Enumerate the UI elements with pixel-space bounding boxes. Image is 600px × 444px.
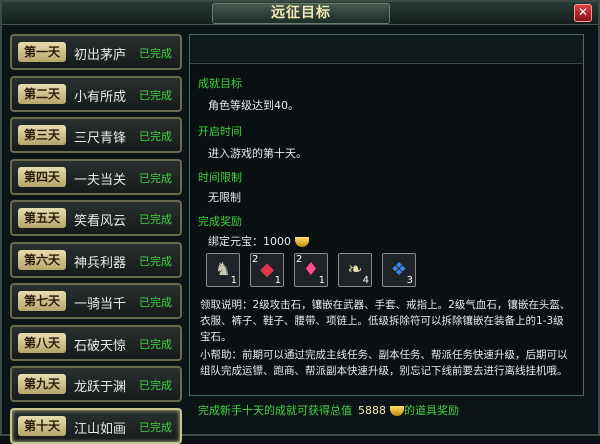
day-name: 小有所成 bbox=[74, 89, 127, 105]
day-status: 已完成 bbox=[139, 47, 172, 60]
expedition-goals-window: 远征目标 ✕ 第一天 初出茅庐 已完成 第二天 小有所成 已完成 第三天 三尺青锋 已完成 … bbox=[0, 0, 600, 444]
goal-label: 成就目标 bbox=[198, 77, 242, 90]
bound-yuanbao-row: 绑定元宝：1000 bbox=[208, 233, 309, 249]
day-status: 已完成 bbox=[139, 254, 172, 268]
day-status: 已完成 bbox=[139, 296, 172, 309]
item-qty: 4 bbox=[362, 275, 369, 286]
day-badge: 第三天 bbox=[18, 125, 66, 145]
reward-item-bag[interactable]: ❖ 3 bbox=[382, 253, 416, 287]
goal-text: 角色等级达到40。 bbox=[208, 99, 299, 112]
day-tab-10[interactable]: 第十天 江山如画 已完成 bbox=[10, 407, 182, 444]
footer-suffix: 的道具奖励 bbox=[404, 404, 459, 417]
day-badge: 第二天 bbox=[18, 83, 66, 104]
day-status: 已完成 bbox=[139, 420, 172, 434]
day-name: 三尺青锋 bbox=[74, 131, 127, 146]
item-qty: 1 bbox=[318, 275, 325, 286]
day-tab-8[interactable]: 第八天 石破天惊 已完成 bbox=[10, 324, 182, 361]
day-badge: 第十天 bbox=[18, 415, 66, 436]
footer-summary: 完成新手十天的成就可获得总值 5888 的道具奖励 bbox=[198, 401, 590, 421]
collect-description: 领取说明：2级攻击石，镶嵌在武器、手套、戒指上。2级气血石，镶嵌在头盔、衣服、裤… bbox=[200, 299, 571, 343]
bound-yuanbao-text: 绑定元宝：1000 bbox=[208, 235, 291, 248]
day-badge: 第四天 bbox=[18, 166, 66, 187]
day-name: 一骑当千 bbox=[74, 297, 127, 312]
reward-item-scroll[interactable]: ❧ 4 bbox=[338, 253, 372, 287]
day-tab-2[interactable]: 第二天 小有所成 已完成 bbox=[10, 75, 182, 112]
footer-text: 完成新手十天的成就可获得总值 bbox=[198, 404, 352, 417]
item-qty: 3 bbox=[406, 275, 413, 286]
reward-item-blood-gem[interactable]: ♦ 2 1 bbox=[294, 253, 328, 287]
open-time-text: 进入游戏的第十天。 bbox=[208, 147, 307, 160]
day-name: 一夫当关 bbox=[74, 172, 127, 188]
reward-item-attack-gem[interactable]: ◆ 2 1 bbox=[250, 253, 284, 287]
day-name: 石破天惊 bbox=[74, 338, 127, 354]
day-tab-4[interactable]: 第四天 一夫当关 已完成 bbox=[10, 158, 182, 195]
day-tab-9[interactable]: 第九天 龙跃于渊 已完成 bbox=[10, 366, 182, 402]
item-qty: 1 bbox=[274, 275, 281, 286]
close-button[interactable]: ✕ bbox=[574, 4, 592, 22]
day-tab-3[interactable]: 第三天 三尺青锋 已完成 bbox=[10, 117, 182, 153]
day-tab-7[interactable]: 第七天 一骑当千 已完成 bbox=[10, 283, 182, 319]
day-badge: 第七天 bbox=[18, 291, 66, 311]
item-level: 2 bbox=[252, 254, 259, 265]
day-status: 已完成 bbox=[139, 379, 172, 392]
panel-header-strip bbox=[190, 35, 583, 64]
day-name: 神兵利器 bbox=[74, 255, 127, 271]
day-status: 已完成 bbox=[139, 171, 172, 185]
reward-item-horse[interactable]: ♞ 1 bbox=[206, 253, 240, 287]
footer-total: 5888 bbox=[358, 404, 386, 417]
title-bar: 远征目标 ✕ bbox=[2, 2, 598, 25]
day-badge: 第一天 bbox=[18, 42, 66, 62]
yuanbao-icon bbox=[295, 237, 309, 247]
day-tab-5[interactable]: 第五天 笑看风云 已完成 bbox=[10, 200, 182, 236]
day-status: 已完成 bbox=[139, 337, 172, 351]
day-status: 已完成 bbox=[139, 130, 172, 143]
day-badge: 第五天 bbox=[18, 208, 66, 228]
day-badge: 第六天 bbox=[18, 249, 66, 270]
yuanbao-icon bbox=[390, 406, 404, 416]
reward-items: ♞ 1 ◆ 2 1 ♦ 2 1 ❧ 4 ❖ 3 bbox=[206, 253, 566, 289]
help-description: 小帮助：前期可以通过完成主线任务、副本任务、帮派任务快速升级，后期可以组队完成运… bbox=[200, 349, 568, 377]
item-level: 2 bbox=[296, 254, 303, 265]
time-limit-label: 时间限制 bbox=[198, 171, 242, 184]
day-status: 已完成 bbox=[139, 213, 172, 226]
day-name: 笑看风云 bbox=[74, 214, 127, 229]
day-name: 江山如画 bbox=[74, 421, 127, 437]
day-name: 龙跃于渊 bbox=[74, 380, 127, 395]
day-status: 已完成 bbox=[139, 88, 172, 102]
day-tab-1[interactable]: 第一天 初出茅庐 已完成 bbox=[10, 34, 182, 70]
day-tab-6[interactable]: 第六天 神兵利器 已完成 bbox=[10, 241, 182, 278]
item-qty: 1 bbox=[230, 275, 237, 286]
day-list: 第一天 初出茅庐 已完成 第二天 小有所成 已完成 第三天 三尺青锋 已完成 第四天 一夫当关… bbox=[10, 34, 182, 444]
goal-detail-panel: 成就目标 角色等级达到40。 开启时间 进入游戏的第十天。 时间限制 无限制 完… bbox=[189, 34, 584, 396]
open-time-label: 开启时间 bbox=[198, 125, 242, 138]
time-limit-text: 无限制 bbox=[208, 191, 241, 204]
window-title: 远征目标 bbox=[212, 3, 390, 24]
day-badge: 第八天 bbox=[18, 332, 66, 353]
day-name: 初出茅庐 bbox=[74, 48, 127, 63]
day-badge: 第九天 bbox=[18, 374, 66, 394]
reward-label: 完成奖励 bbox=[198, 215, 242, 228]
